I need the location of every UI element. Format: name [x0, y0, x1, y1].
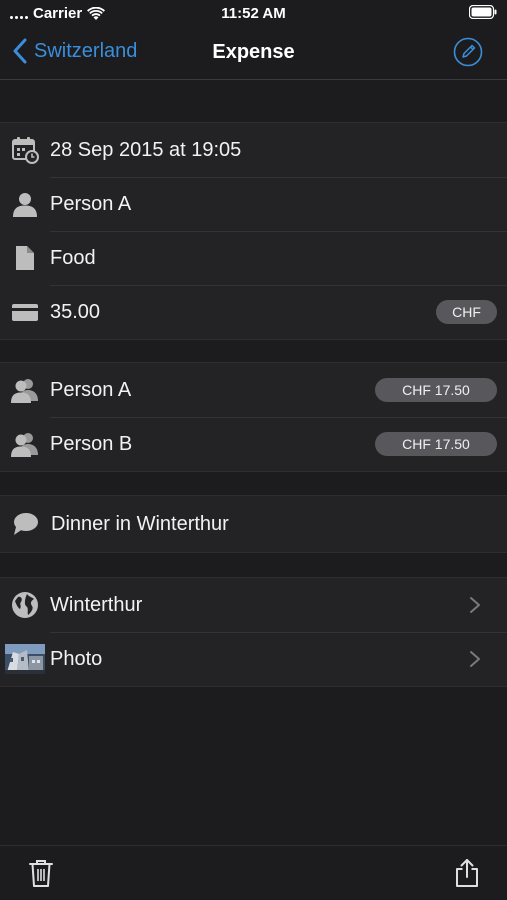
- split-amount-badge[interactable]: CHF 17.50: [375, 432, 497, 456]
- split-person-label: Person A: [50, 378, 132, 401]
- photo-row[interactable]: Photo: [0, 632, 507, 686]
- chevron-right-icon: [470, 651, 480, 667]
- photo-thumbnail: [5, 644, 45, 674]
- currency-badge[interactable]: CHF: [436, 300, 497, 324]
- amount-label: 35.00: [50, 300, 101, 323]
- date-label: 28 Sep 2015 at 19:05: [50, 138, 242, 161]
- battery-icon: [468, 4, 497, 20]
- document-icon: [16, 246, 34, 270]
- category-label: Food: [50, 246, 96, 269]
- globe-icon: [12, 592, 38, 618]
- details-group: 28 Sep 2015 at 19:05 Person A Food 35.00…: [0, 122, 507, 340]
- note-row[interactable]: Dinner in Winterthur: [0, 496, 507, 552]
- calendar-icon: [12, 137, 39, 164]
- page-title: Expense: [212, 41, 295, 63]
- amount-row[interactable]: 35.00 CHF: [0, 285, 507, 339]
- chevron-right-icon: [470, 597, 480, 613]
- date-row[interactable]: 28 Sep 2015 at 19:05: [0, 123, 507, 177]
- edit-icon[interactable]: [453, 37, 483, 67]
- credit-card-icon: [12, 304, 38, 321]
- photo-label: Photo: [50, 647, 103, 670]
- trash-icon[interactable]: [28, 858, 54, 888]
- split-row[interactable]: Person A CHF 17.50: [0, 363, 507, 417]
- note-group: Dinner in Winterthur: [0, 495, 507, 553]
- location-label: Winterthur: [50, 593, 143, 616]
- status-right: [468, 4, 497, 23]
- location-row[interactable]: Winterthur: [0, 578, 507, 632]
- navigation-bar: Switzerland Expense: [0, 28, 507, 80]
- bottom-toolbar: [0, 845, 507, 900]
- category-row[interactable]: Food: [0, 231, 507, 285]
- share-icon[interactable]: [454, 858, 480, 888]
- status-bar: Carrier 11:52 AM: [0, 0, 507, 28]
- person-icon: [13, 193, 37, 217]
- note-label: Dinner in Winterthur: [51, 512, 229, 535]
- split-amount-badge[interactable]: CHF 17.50: [375, 378, 497, 402]
- payer-row[interactable]: Person A: [0, 177, 507, 231]
- links-group: Winterthur Photo: [0, 577, 507, 687]
- status-time: 11:52 AM: [221, 5, 286, 22]
- split-person-label: Person B: [50, 432, 133, 455]
- split-group: Person A CHF 17.50 Person B CHF 17.50: [0, 362, 507, 472]
- people-icon: [11, 433, 38, 457]
- payer-label: Person A: [50, 192, 132, 215]
- split-row[interactable]: Person B CHF 17.50: [0, 417, 507, 471]
- expense-screen: Carrier 11:52 AM Switzerland Expense 28 …: [0, 0, 507, 900]
- speech-bubble-icon: [14, 513, 38, 535]
- people-icon: [11, 379, 38, 403]
